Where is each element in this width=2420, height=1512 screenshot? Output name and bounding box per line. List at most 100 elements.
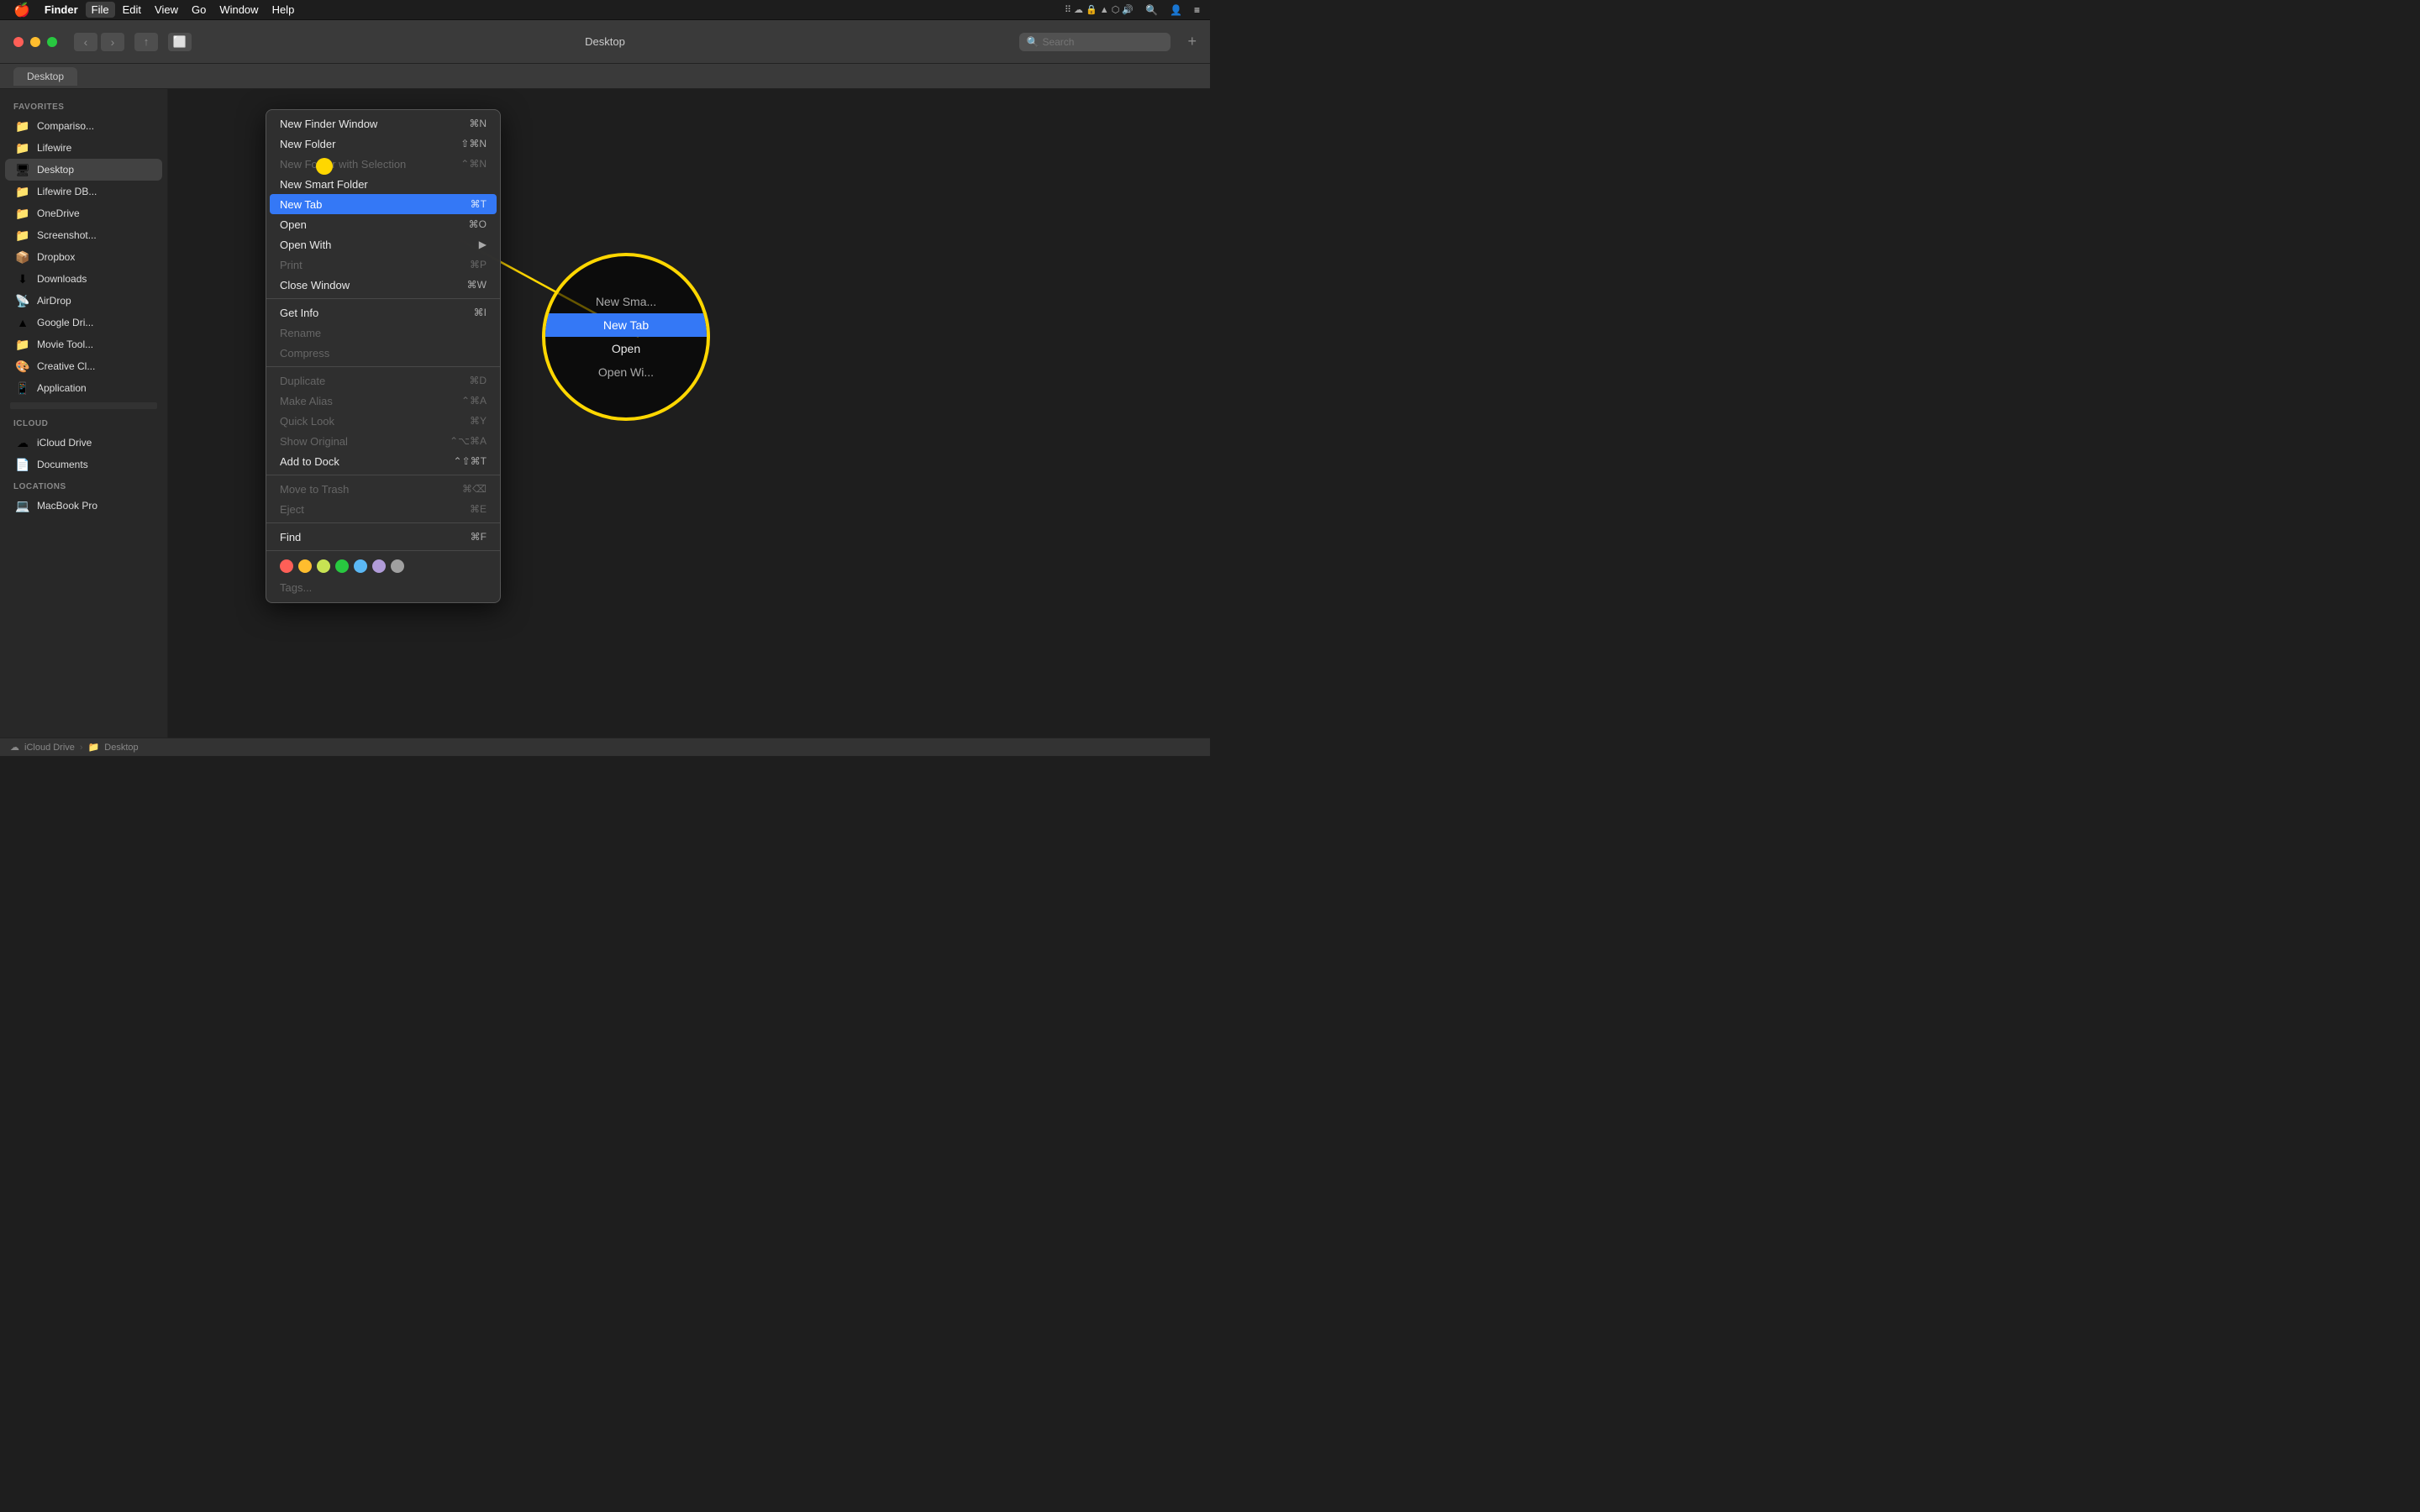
statusbar-desktop: Desktop	[104, 743, 138, 753]
search-menubar-icon[interactable]: 🔍	[1142, 3, 1161, 18]
forward-button[interactable]: ›	[101, 33, 124, 51]
menubar-left: 🍎 Finder File Edit View Go Window Help	[7, 0, 300, 20]
controlcenter-icon[interactable]: ≡	[1191, 3, 1203, 18]
user-icon[interactable]: 👤	[1166, 3, 1186, 18]
sidebar-item-compariso[interactable]: 📁 Compariso...	[5, 115, 162, 137]
search-input[interactable]	[1042, 36, 1164, 48]
highlight-dot-indicator	[316, 158, 333, 175]
menu-find[interactable]: Find ⌘F	[266, 527, 500, 547]
menu-add-to-dock[interactable]: Add to Dock ⌃⇧⌘T	[266, 451, 500, 471]
tag-yellow[interactable]	[317, 559, 330, 573]
zoom-circle: New Sma... New Tab Open Open Wi...	[542, 253, 710, 421]
sidebar-item-label: Dropbox	[37, 251, 75, 263]
menu-make-alias[interactable]: Make Alias ⌃⌘A	[266, 391, 500, 411]
menubar-view[interactable]: View	[149, 2, 184, 18]
finder-window: ‹ › ↑ ⬜ Desktop 🔍 + Desktop Favorites 📁 …	[0, 20, 1210, 756]
statusbar-icloud: iCloud Drive	[24, 743, 75, 753]
maximize-button[interactable]	[47, 37, 57, 47]
folder-icon: 📁	[15, 337, 30, 352]
menu-rename[interactable]: Rename	[266, 323, 500, 343]
tag-purple[interactable]	[372, 559, 386, 573]
sidebar-item-macbookpro[interactable]: 💻 MacBook Pro	[5, 495, 162, 517]
sidebar-item-documents[interactable]: 📄 Documents	[5, 454, 162, 475]
creativecloud-icon: 🎨	[15, 359, 30, 374]
menu-open-with[interactable]: Open With ▶	[266, 234, 500, 255]
menu-new-folder-selection[interactable]: New Folder with Selection ⌃⌘N	[266, 154, 500, 174]
finder-tabbar: Desktop	[0, 64, 1210, 89]
menu-new-smart-folder[interactable]: New Smart Folder	[266, 174, 500, 194]
statusbar-cloud-icon: ☁	[10, 742, 19, 753]
sidebar-item-label: Google Dri...	[37, 317, 93, 328]
menubar-finder[interactable]: Finder	[39, 2, 84, 18]
sidebar-item-airdrop[interactable]: 📡 AirDrop	[5, 290, 162, 312]
menu-duplicate[interactable]: Duplicate ⌘D	[266, 370, 500, 391]
menu-new-folder[interactable]: New Folder ⇧⌘N	[266, 134, 500, 154]
apple-menu[interactable]: 🍎	[7, 0, 37, 20]
airdrop-icon: 📡	[15, 293, 30, 308]
menubar-go[interactable]: Go	[186, 2, 212, 18]
menu-new-tab[interactable]: New Tab ⌘T	[270, 194, 497, 214]
sidebar-item-label: OneDrive	[37, 207, 80, 219]
back-button[interactable]: ‹	[74, 33, 97, 51]
sidebar-item-label: AirDrop	[37, 295, 71, 307]
sidebar-item-label: Movie Tool...	[37, 339, 93, 350]
tab-desktop[interactable]: Desktop	[13, 67, 77, 86]
search-bar[interactable]: 🔍	[1019, 33, 1171, 51]
applications-icon: 📱	[15, 381, 30, 396]
sidebar-item-screenshots[interactable]: 📁 Screenshot...	[5, 224, 162, 246]
menu-move-to-trash[interactable]: Move to Trash ⌘⌫	[266, 479, 500, 499]
finder-toolbar: ‹ › ↑ ⬜ Desktop 🔍 +	[0, 20, 1210, 64]
sidebar-item-dropbox[interactable]: 📦 Dropbox	[5, 246, 162, 268]
menubar-file[interactable]: File	[86, 2, 115, 18]
sidebar-item-desktop[interactable]: 🖥 Desktop	[5, 159, 162, 181]
close-button[interactable]	[13, 37, 24, 47]
menu-new-finder-window[interactable]: New Finder Window ⌘N	[266, 113, 500, 134]
sidebar-item-onedrive[interactable]: 📁 OneDrive	[5, 202, 162, 224]
tag-orange[interactable]	[298, 559, 312, 573]
sidebar-item-downloads[interactable]: ⬇ Downloads	[5, 268, 162, 290]
menu-quick-look[interactable]: Quick Look ⌘Y	[266, 411, 500, 431]
menu-open[interactable]: Open ⌘O	[266, 214, 500, 234]
folder-icon: 📁	[15, 118, 30, 134]
file-menu-dropdown: New Finder Window ⌘N New Folder ⇧⌘N New …	[266, 109, 501, 603]
action-button[interactable]: ⬜	[168, 33, 192, 51]
sidebar-item-movietool[interactable]: 📁 Movie Tool...	[5, 333, 162, 355]
sidebar-item-applications[interactable]: 📱 Application	[5, 377, 162, 399]
tag-green[interactable]	[335, 559, 349, 573]
menubar-right: ⠿ ☁ 🔒 ▲ ⬡ 🔊 🔍 👤 ≡	[1061, 3, 1203, 18]
sidebar-item-creativecloud[interactable]: 🎨 Creative Cl...	[5, 355, 162, 377]
sidebar-item-label: Lifewire	[37, 142, 71, 154]
menu-get-info[interactable]: Get Info ⌘I	[266, 302, 500, 323]
menu-separator-1	[266, 298, 500, 299]
menu-print[interactable]: Print ⌘P	[266, 255, 500, 275]
sidebar-item-label: Lifewire DB...	[37, 186, 97, 197]
tags-label[interactable]: Tags...	[266, 578, 500, 599]
add-tab-button[interactable]: +	[1187, 33, 1197, 50]
menubar-edit[interactable]: Edit	[117, 2, 147, 18]
zoom-open: Open	[545, 337, 707, 360]
menu-show-original[interactable]: Show Original ⌃⌥⌘A	[266, 431, 500, 451]
menu-compress[interactable]: Compress	[266, 343, 500, 363]
menu-eject[interactable]: Eject ⌘E	[266, 499, 500, 519]
menu-close-window[interactable]: Close Window ⌘W	[266, 275, 500, 295]
share-button[interactable]: ↑	[134, 33, 158, 51]
minimize-button[interactable]	[30, 37, 40, 47]
menubar-window[interactable]: Window	[213, 2, 264, 18]
googledrive-icon: ▲	[15, 315, 30, 330]
dropbox-icon: 📦	[15, 249, 30, 265]
documents-icon: 📄	[15, 457, 30, 472]
sidebar-item-icloudrive[interactable]: ☁ iCloud Drive	[5, 432, 162, 454]
submenu-arrow-icon: ▶	[479, 239, 487, 250]
folder-icon: 📁	[15, 184, 30, 199]
tag-gray[interactable]	[391, 559, 404, 573]
tag-blue[interactable]	[354, 559, 367, 573]
sidebar-item-label: iCloud Drive	[37, 437, 92, 449]
finder-body: Favorites 📁 Compariso... 📁 Lifewire 🖥 De…	[0, 89, 1210, 738]
sidebar-item-lifewiredb[interactable]: 📁 Lifewire DB...	[5, 181, 162, 202]
sidebar-item-lifewire[interactable]: 📁 Lifewire	[5, 137, 162, 159]
zoom-new-tab: New Tab	[545, 313, 707, 337]
sidebar-item-googledrive[interactable]: ▲ Google Dri...	[5, 312, 162, 333]
menubar-help[interactable]: Help	[266, 2, 301, 18]
tag-red[interactable]	[280, 559, 293, 573]
sidebar-item-label: Desktop	[37, 164, 74, 176]
